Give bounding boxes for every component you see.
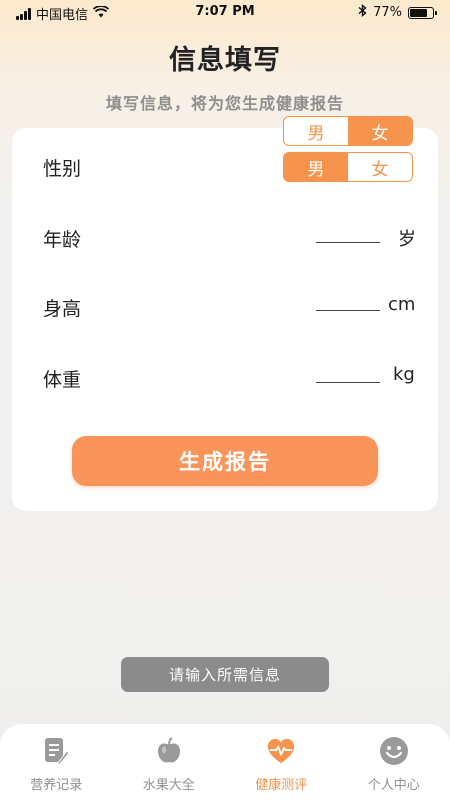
tab-nutrition[interactable]: 营养记录 bbox=[0, 724, 113, 800]
heart-pulse-icon bbox=[266, 736, 296, 766]
gender-toggle[interactable]: 男 女 bbox=[283, 152, 413, 182]
weight-input[interactable] bbox=[316, 382, 380, 383]
toast-message: 请输入所需信息 bbox=[121, 657, 329, 692]
status-bar: 中国电信 7:07 PM 77% bbox=[0, 0, 450, 26]
gender-option-male[interactable]: 男 bbox=[284, 117, 348, 145]
smiley-icon bbox=[379, 736, 409, 766]
page-title: 信息填写 bbox=[169, 45, 281, 76]
tab-label-nutrition: 营养记录 bbox=[30, 778, 83, 793]
age-input[interactable] bbox=[316, 242, 380, 243]
tab-bar: 营养记录 水果大全 健康测评 个人中心 bbox=[0, 724, 450, 800]
height-unit: cm bbox=[388, 294, 416, 315]
gender-option-female[interactable]: 女 bbox=[348, 117, 412, 145]
gender-toggle-top[interactable]: 男 女 bbox=[283, 116, 413, 146]
tab-profile[interactable]: 个人中心 bbox=[338, 724, 450, 800]
height-input[interactable] bbox=[316, 310, 380, 311]
fruit-icon bbox=[154, 736, 184, 766]
tab-label-fruits: 水果大全 bbox=[142, 778, 195, 793]
tab-fruits[interactable]: 水果大全 bbox=[113, 724, 226, 800]
tab-health[interactable]: 健康测评 bbox=[225, 724, 338, 800]
age-unit: 岁 bbox=[398, 229, 416, 250]
gender-option-male[interactable]: 男 bbox=[284, 153, 348, 181]
weight-label: 体重 bbox=[43, 369, 82, 391]
notes-icon bbox=[41, 736, 71, 766]
tab-label-profile: 个人中心 bbox=[367, 778, 420, 793]
battery-icon bbox=[408, 6, 437, 19]
gender-label: 性别 bbox=[43, 158, 82, 180]
age-label: 年龄 bbox=[43, 229, 82, 251]
page-subtitle: 填写信息，将为您生成健康报告 bbox=[105, 94, 344, 113]
tab-label-health: 健康测评 bbox=[255, 778, 308, 793]
battery-fill bbox=[410, 8, 427, 17]
status-right: 77% bbox=[358, 4, 437, 21]
generate-report-button[interactable]: 生成报告 bbox=[72, 436, 378, 486]
bluetooth-icon bbox=[358, 4, 367, 21]
battery-percent: 77% bbox=[373, 5, 402, 20]
gender-option-female[interactable]: 女 bbox=[348, 153, 412, 181]
weight-unit: kg bbox=[393, 364, 415, 385]
height-label: 身高 bbox=[43, 298, 82, 320]
